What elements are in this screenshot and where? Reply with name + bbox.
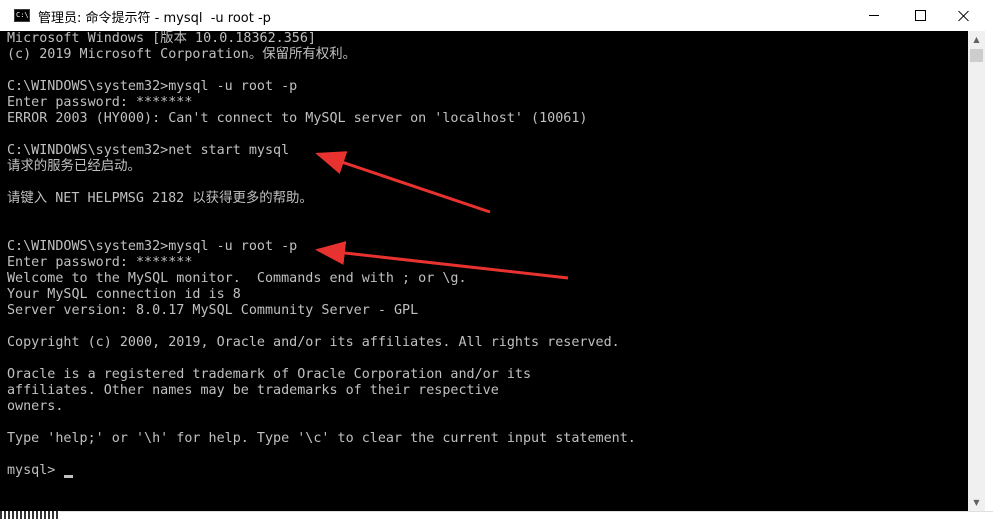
- background-window-fragment: [0, 511, 60, 519]
- scroll-up-icon[interactable]: ▲: [968, 31, 985, 48]
- arrow-to-net-start: [315, 151, 491, 214]
- window-border: [985, 31, 993, 519]
- annotation-arrows: [315, 151, 569, 280]
- arrow-to-mysql-login: [315, 241, 569, 280]
- window-bottom-border: [0, 511, 993, 519]
- scroll-down-icon[interactable]: ▼: [968, 494, 985, 511]
- scroll-thumb[interactable]: [970, 49, 983, 62]
- command-prompt-window: C:\ 管理员: 命令提示符 - mysql -u root -p Micros…: [0, 0, 993, 519]
- vertical-scrollbar[interactable]: ▲ ▼: [968, 31, 985, 511]
